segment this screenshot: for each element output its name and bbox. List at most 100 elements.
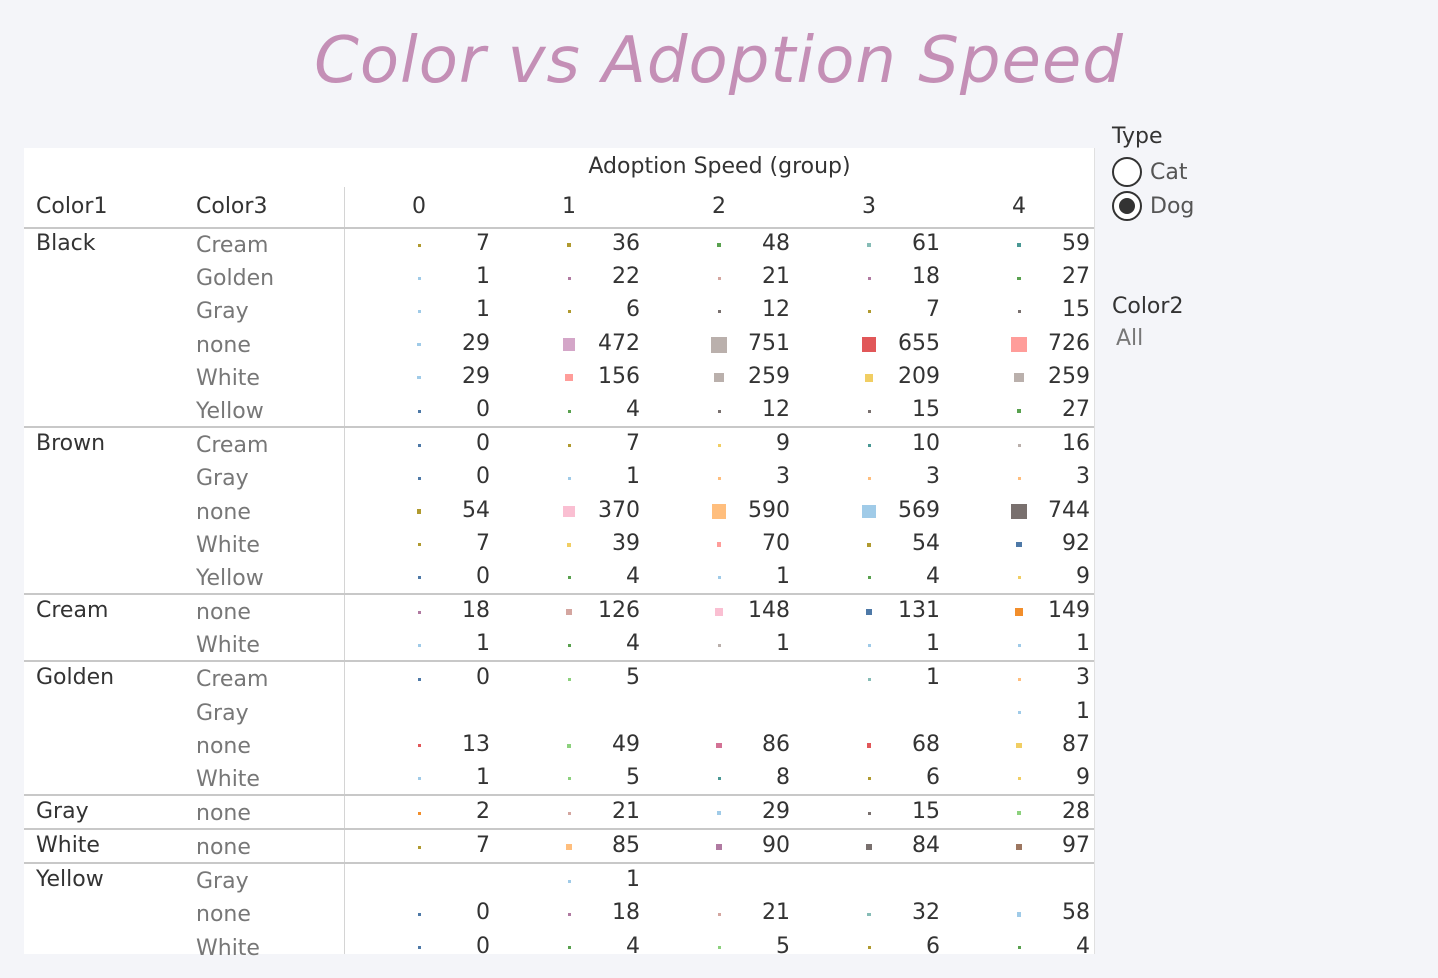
cell-marker <box>567 811 571 815</box>
cell-marker <box>567 643 571 647</box>
cell-marker <box>1017 677 1021 681</box>
cell-value: 27 <box>1062 264 1090 290</box>
cell-marker <box>417 576 421 580</box>
cell-value: 22 <box>612 264 640 290</box>
cell-value: 58 <box>1062 900 1090 926</box>
cell-value: 0 <box>476 665 490 691</box>
cell-marker <box>1016 541 1022 548</box>
column-header-4: 4 <box>1012 194 1026 219</box>
cell-value: 16 <box>1062 431 1090 457</box>
cell-value: 13 <box>462 731 490 757</box>
color3-label: Gray <box>196 299 249 325</box>
cell-value: 0 <box>476 900 490 926</box>
cell-marker <box>867 946 871 950</box>
cell-value: 36 <box>612 231 640 256</box>
cell-value: 1 <box>776 631 790 657</box>
cell-value: 156 <box>598 363 640 389</box>
cell-marker <box>711 504 727 519</box>
cell-marker <box>861 337 877 353</box>
radio-dog[interactable] <box>1112 191 1142 221</box>
cell-marker <box>867 476 871 480</box>
cell-value: 9 <box>1076 764 1090 790</box>
radio-cat[interactable] <box>1112 157 1142 187</box>
cell-marker <box>867 309 871 313</box>
cell-marker <box>1017 276 1021 280</box>
color2-filter-value[interactable]: All <box>1116 326 1143 351</box>
cell-value: 4 <box>626 631 640 657</box>
color3-label: Cream <box>196 667 269 693</box>
cell-marker <box>1017 777 1021 781</box>
cell-marker <box>717 476 721 480</box>
type-option-dog[interactable]: Dog <box>1112 190 1194 222</box>
cell-value: 751 <box>748 330 790 356</box>
cell-marker <box>567 243 571 247</box>
cell-marker <box>1017 443 1021 447</box>
cell-value: 6 <box>926 933 940 959</box>
cell-marker <box>717 643 721 647</box>
color3-label: White <box>196 532 260 558</box>
cell-value: 97 <box>1062 833 1090 859</box>
group-separator <box>24 828 1094 831</box>
color3-label: none <box>196 801 251 826</box>
row-header-color1: Color1 <box>36 194 108 219</box>
cell-value: 126 <box>598 598 640 623</box>
cell-marker <box>1016 742 1022 749</box>
color3-label: White <box>196 633 260 659</box>
cell-value: 0 <box>476 563 490 589</box>
cell-marker <box>567 443 571 447</box>
cell-marker <box>567 946 571 950</box>
cell-marker <box>717 409 721 413</box>
cell-value: 1 <box>626 464 640 490</box>
type-option-cat[interactable]: Cat <box>1112 156 1187 188</box>
cell-value: 29 <box>762 799 790 824</box>
cell-marker <box>862 504 876 519</box>
column-header-3: 3 <box>862 194 876 219</box>
cell-marker <box>417 543 421 547</box>
type-filter-title: Type <box>1112 124 1163 149</box>
cell-marker <box>717 576 721 580</box>
group-separator <box>24 593 1094 596</box>
color3-label: none <box>196 332 251 358</box>
cell-value: 1 <box>926 665 940 691</box>
cell-value: 655 <box>898 330 940 356</box>
cell-value: 0 <box>476 464 490 490</box>
cell-marker <box>417 343 421 347</box>
group-separator <box>24 426 1094 429</box>
cell-marker <box>1016 912 1022 917</box>
group-separator <box>24 660 1094 663</box>
cell-marker <box>417 643 421 647</box>
cell-marker <box>416 509 422 514</box>
cell-value: 4 <box>926 563 940 589</box>
cell-value: 5 <box>776 933 790 959</box>
cell-value: 54 <box>912 530 940 556</box>
cell-marker <box>1011 503 1027 520</box>
type-option-dog-label: Dog <box>1150 193 1195 219</box>
cell-value: 29 <box>462 363 490 389</box>
cell-value: 15 <box>912 397 940 422</box>
cell-value: 32 <box>912 900 940 926</box>
cell-value: 39 <box>612 530 640 556</box>
cell-marker <box>717 309 721 313</box>
cell-value: 0 <box>476 933 490 959</box>
cell-marker <box>716 242 721 247</box>
cell-value: 9 <box>1076 563 1090 589</box>
cell-value: 209 <box>898 363 940 389</box>
cell-value: 7 <box>476 530 490 556</box>
cell-value: 27 <box>1062 397 1090 422</box>
cell-marker <box>1017 811 1021 815</box>
cell-value: 590 <box>748 497 790 523</box>
color2-filter-title: Color2 <box>1112 294 1184 319</box>
group-separator <box>24 794 1094 797</box>
cell-marker <box>566 743 572 748</box>
cell-marker <box>1016 242 1022 248</box>
cell-marker <box>866 242 872 248</box>
color3-label: none <box>196 835 251 861</box>
cell-value: 61 <box>912 231 940 256</box>
cell-marker <box>865 608 873 616</box>
cell-marker <box>867 276 871 280</box>
cell-marker <box>567 777 571 781</box>
cell-value: 18 <box>912 264 940 290</box>
color3-label: Cream <box>196 233 269 258</box>
color1-label: Gray <box>36 799 89 824</box>
cell-marker <box>417 610 421 614</box>
